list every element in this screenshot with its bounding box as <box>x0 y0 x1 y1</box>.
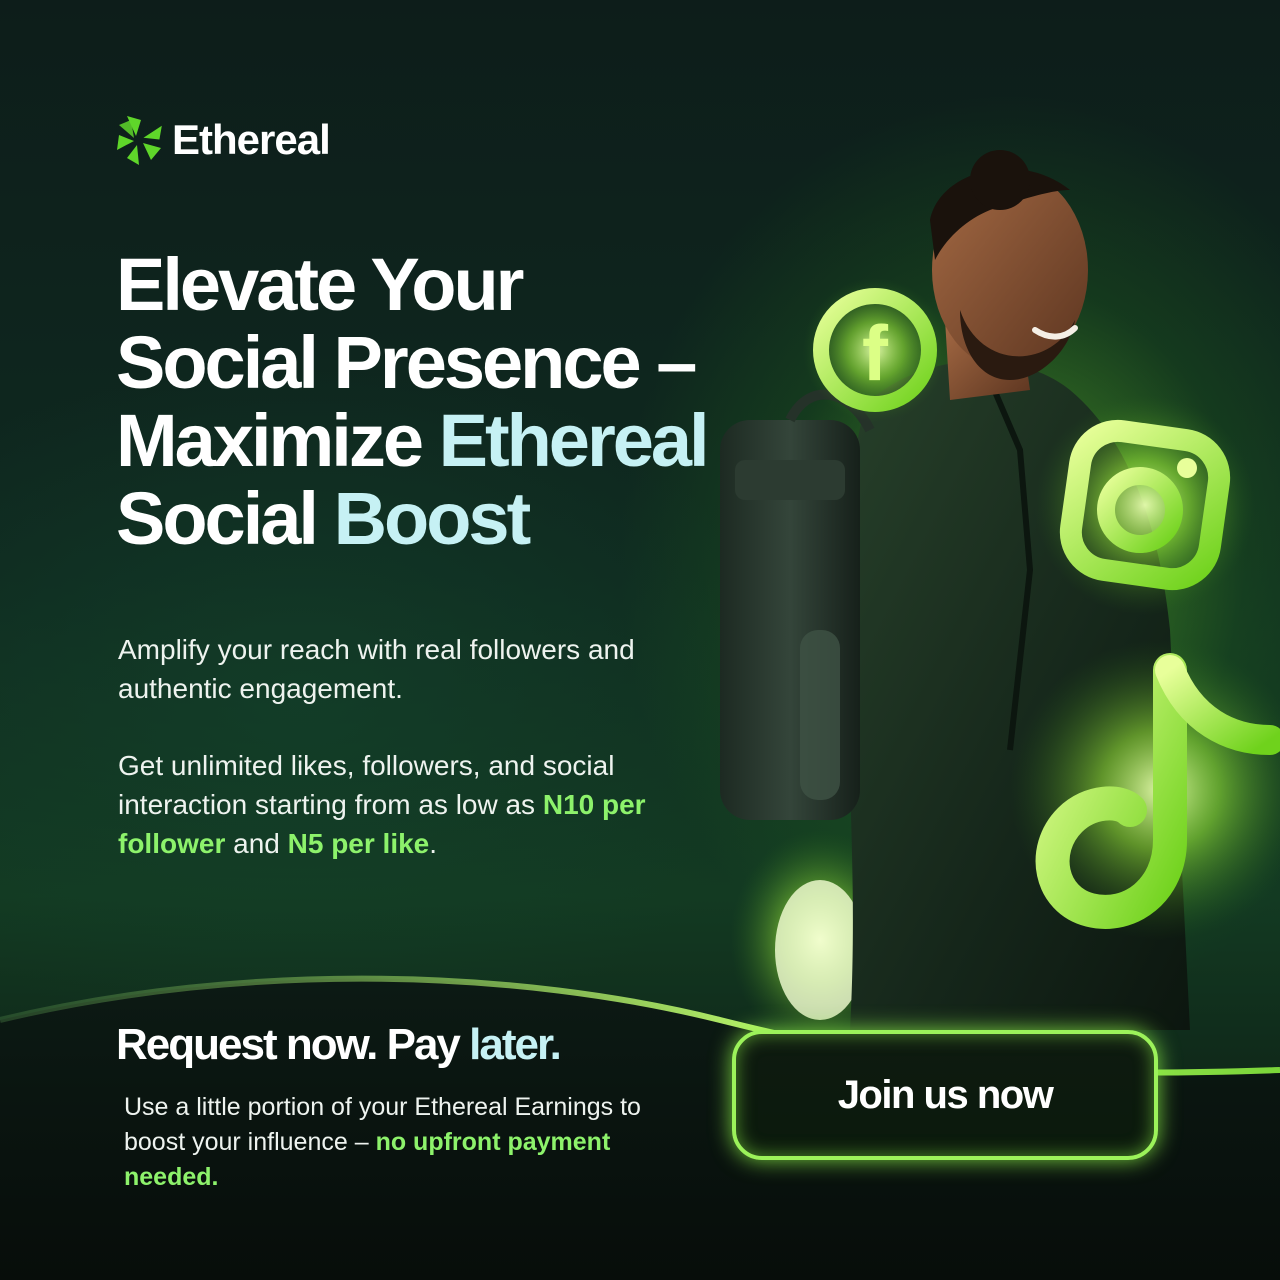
instagram-icon <box>1035 395 1255 615</box>
brand-logo: Ethereal <box>116 114 331 166</box>
headline-line-2: Social Presence – <box>116 321 697 404</box>
pricing-text: Get unlimited likes, followers, and soci… <box>118 746 718 863</box>
headline-line-3b: Ethereal <box>438 399 710 482</box>
pricing-end: . <box>429 828 438 859</box>
offer-title: Request now. Pay later. <box>116 1020 562 1070</box>
headline: Elevate Your Social Presence – Maximize … <box>116 246 816 558</box>
intro-text: Amplify your reach with real followers a… <box>118 634 635 704</box>
facebook-icon: f <box>803 278 947 422</box>
like-price: N5 per like <box>287 828 430 859</box>
headline-line-3a: Maximize <box>116 399 439 482</box>
pricing-lead: Get unlimited likes, followers, and soci… <box>118 750 615 820</box>
headline-line-1: Elevate Your <box>116 243 524 326</box>
ethereal-pinwheel-icon <box>117 116 162 165</box>
pricing-middle: and <box>225 828 288 859</box>
offer-title-lead: Request now. Pay <box>116 1020 470 1069</box>
svg-text:f: f <box>862 309 889 397</box>
offer-title-accent: later. <box>469 1020 562 1069</box>
promo-poster: f Ethereal Elevate Your Social Presence … <box>0 0 1280 1280</box>
headline-line-4a: Social <box>116 477 334 560</box>
offer-text: Use a little portion of your Ethereal Ea… <box>124 1090 644 1195</box>
join-us-button[interactable]: Join us now <box>732 1030 1158 1160</box>
brand-name: Ethereal <box>172 116 331 163</box>
headline-line-4b: Boost <box>333 477 532 560</box>
